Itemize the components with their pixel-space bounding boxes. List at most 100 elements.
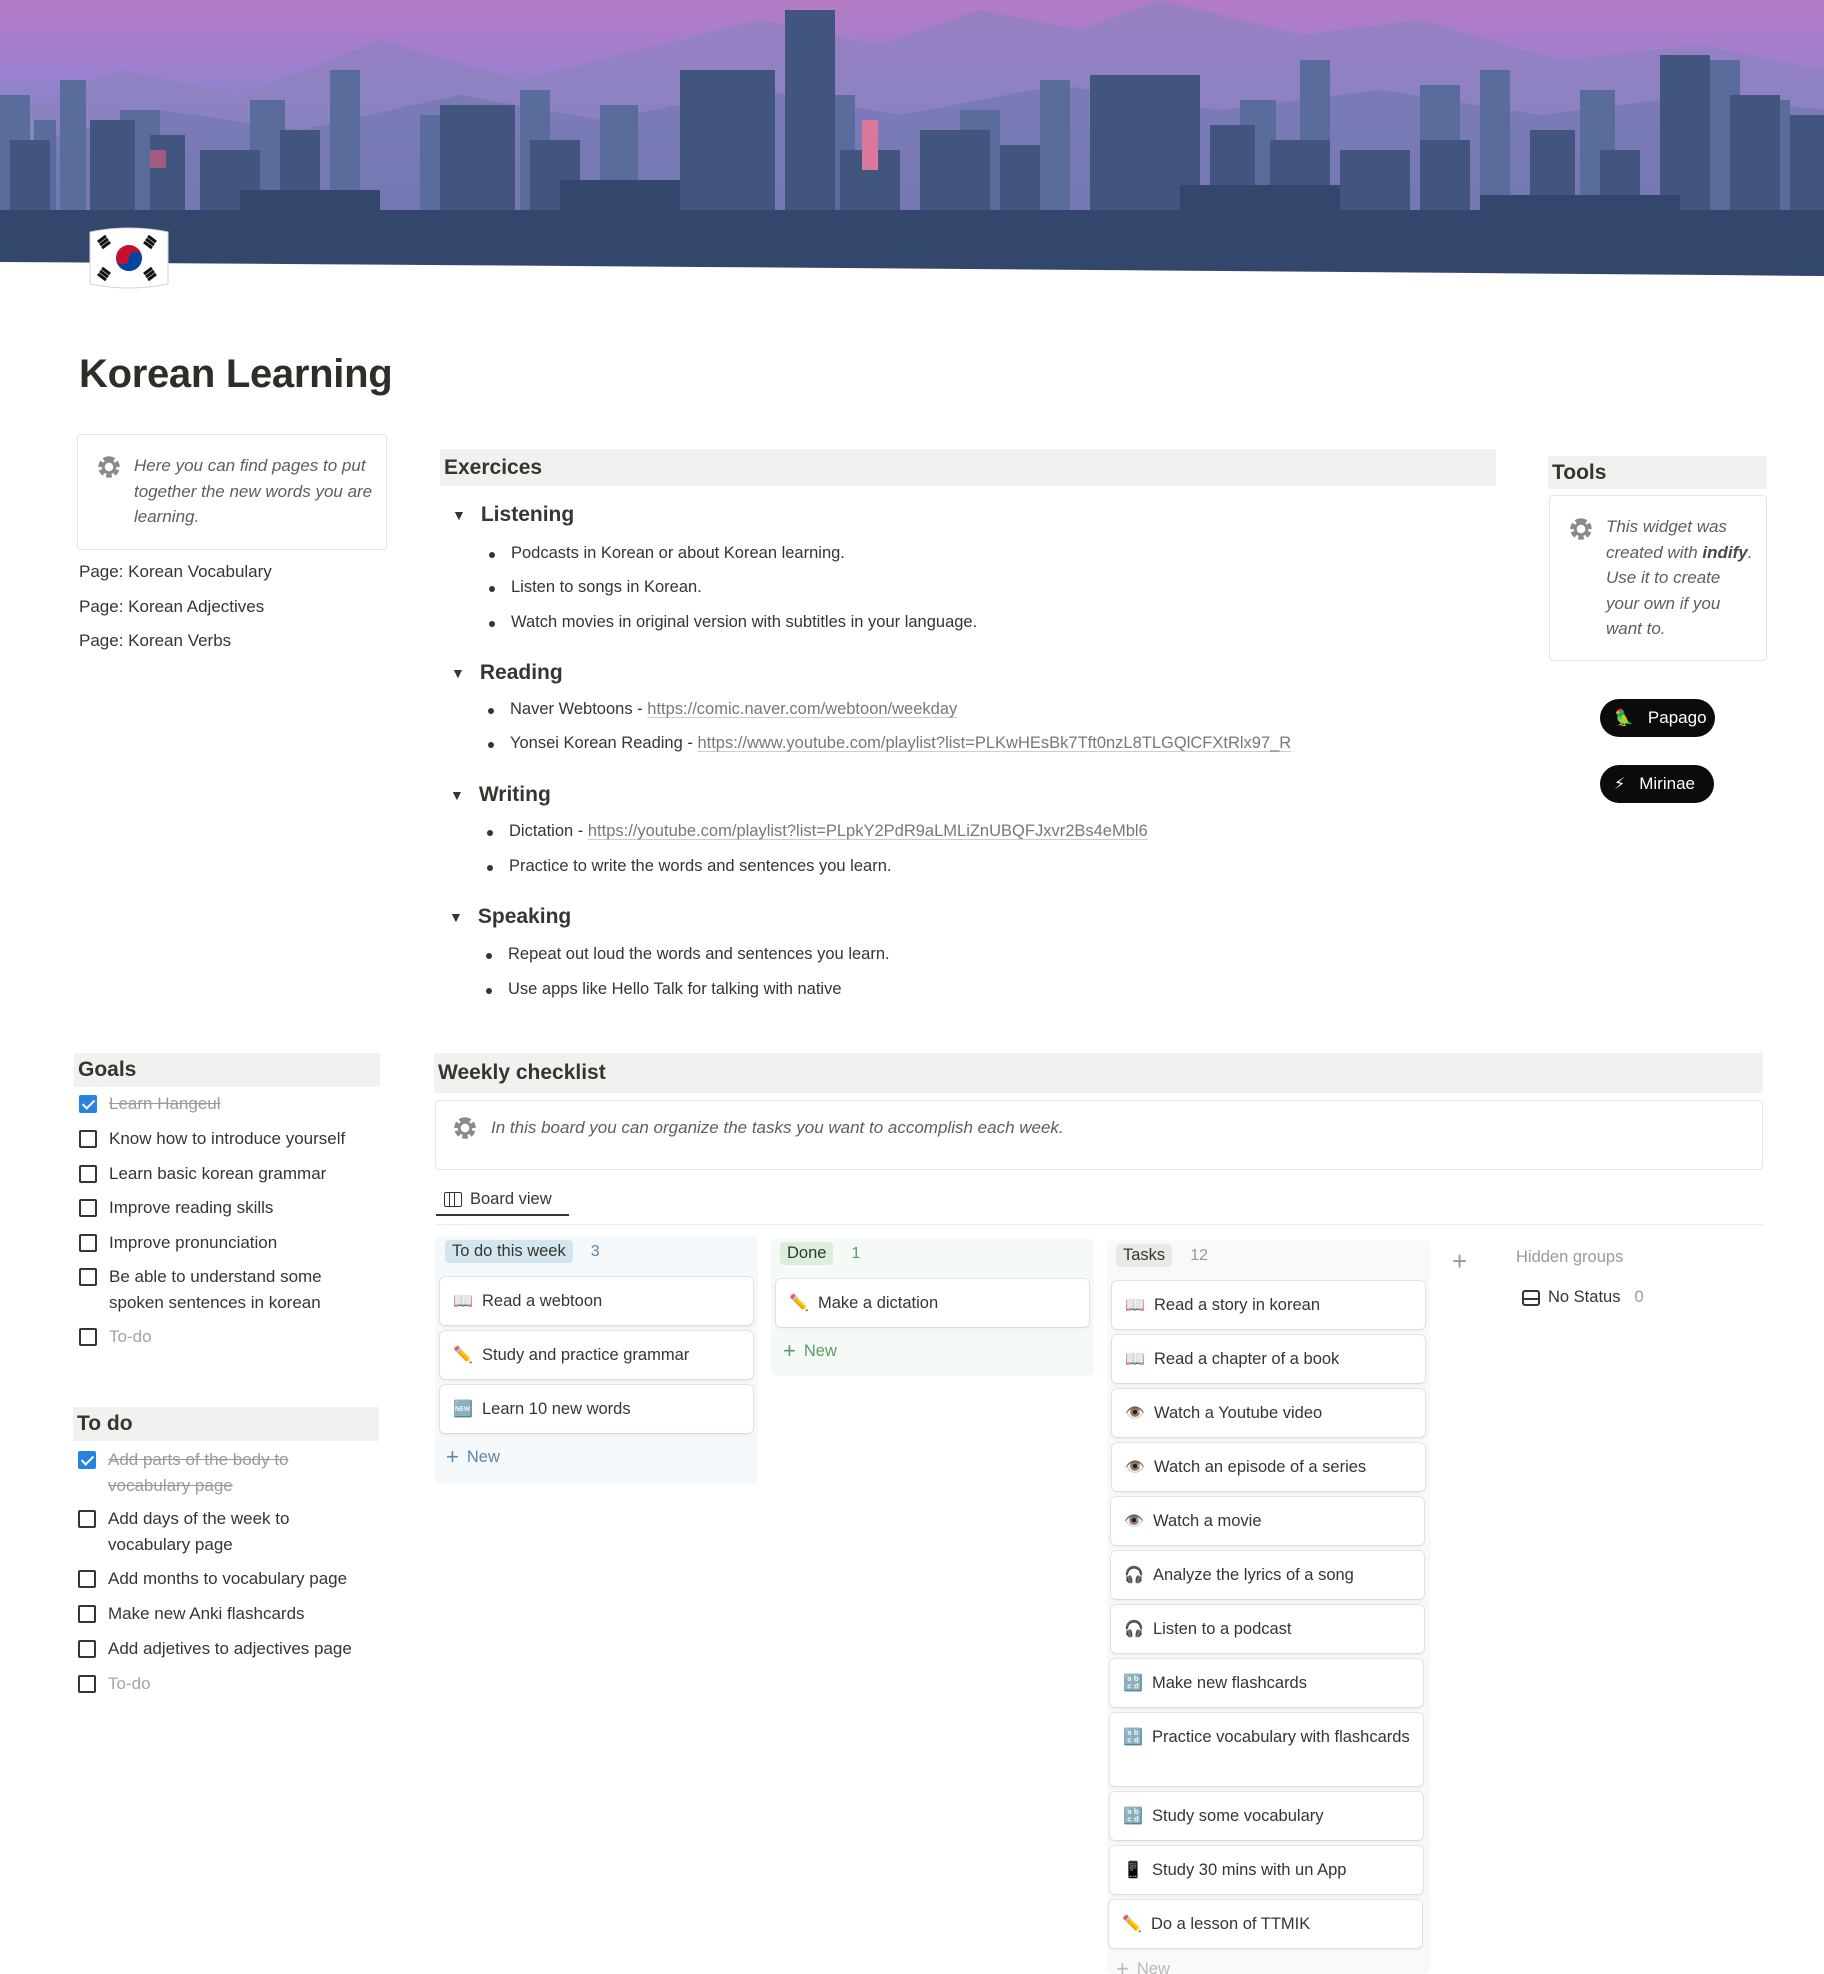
board-card[interactable]: 🔡 Practice vocabulary with flashcards bbox=[1110, 1713, 1423, 1786]
triangle-down-icon[interactable]: ▼ bbox=[449, 909, 463, 925]
checkbox[interactable] bbox=[79, 1130, 97, 1148]
url-link[interactable]: https://comic.naver.com/webtoon/weekday bbox=[647, 700, 957, 718]
plus-icon: + bbox=[783, 1338, 796, 1363]
goals-heading[interactable]: Goals bbox=[74, 1053, 380, 1087]
board-card[interactable]: 🆕 Learn 10 new words bbox=[440, 1385, 753, 1433]
board-card[interactable]: 👁️ Watch an episode of a series bbox=[1112, 1443, 1425, 1491]
checkbox[interactable] bbox=[78, 1675, 96, 1693]
new-card-button[interactable]: + New bbox=[446, 1444, 500, 1470]
mirinae-button[interactable]: ⚡ Mirinae bbox=[1600, 765, 1714, 803]
todo-item[interactable]: Add months to vocabulary page bbox=[78, 1566, 347, 1592]
board-view-tab[interactable]: Board view bbox=[436, 1180, 560, 1218]
board-card[interactable]: 📖 Read a webtoon bbox=[440, 1277, 753, 1325]
callout-text: In this board you can organize the tasks… bbox=[491, 1118, 1064, 1137]
checkbox[interactable] bbox=[78, 1510, 96, 1528]
todo-item[interactable]: Add adjetives to adjectives page bbox=[78, 1636, 352, 1662]
triangle-down-icon[interactable]: ▼ bbox=[452, 507, 466, 523]
column-count: 1 bbox=[851, 1244, 861, 1262]
todo-heading[interactable]: To do bbox=[73, 1407, 379, 1441]
new-card-button[interactable]: + New bbox=[783, 1338, 837, 1364]
board-card[interactable]: 👁️ Watch a Youtube video bbox=[1112, 1389, 1425, 1437]
goal-item-placeholder[interactable]: To-do bbox=[79, 1324, 152, 1350]
goal-item[interactable]: Know how to introduce yourself bbox=[79, 1126, 345, 1152]
placeholder-text: To-do bbox=[108, 1674, 151, 1693]
board-card[interactable]: 👁️ Watch a movie bbox=[1111, 1497, 1424, 1545]
goal-item[interactable]: Learn basic korean grammar bbox=[79, 1161, 326, 1187]
checkbox[interactable] bbox=[79, 1165, 97, 1183]
board-card[interactable]: ✏️ Make a dictation bbox=[776, 1279, 1089, 1327]
column-count: 3 bbox=[590, 1242, 600, 1260]
card-title: Read a webtoon bbox=[482, 1292, 603, 1310]
board-card[interactable]: 📖 Read a story in korean bbox=[1112, 1281, 1425, 1329]
board-card[interactable]: 🎧 Analyze the lyrics of a song bbox=[1111, 1551, 1424, 1599]
triangle-down-icon[interactable]: ▼ bbox=[451, 665, 465, 681]
column-title: To do this week bbox=[445, 1240, 573, 1263]
board-card[interactable]: ✏️ Do a lesson of TTMIK bbox=[1109, 1900, 1422, 1948]
south-korea-flag-icon[interactable] bbox=[86, 226, 172, 290]
page-link-korean-adjectives[interactable]: Page: Korean Adjectives bbox=[79, 594, 272, 629]
goal-item[interactable]: Learn Hangeul bbox=[79, 1091, 221, 1117]
gear-icon bbox=[1570, 518, 1592, 540]
goal-item[interactable]: Be able to understand some spoken senten… bbox=[79, 1264, 349, 1316]
column-header[interactable]: To do this week 3 bbox=[445, 1240, 600, 1263]
todo-item[interactable]: Add parts of the body to vocabulary page bbox=[78, 1447, 338, 1499]
checkbox[interactable] bbox=[79, 1328, 97, 1346]
papago-button[interactable]: 🦜 Papago bbox=[1600, 699, 1715, 737]
weekly-callout[interactable]: In this board you can organize the tasks… bbox=[435, 1100, 1763, 1170]
callout-text: Here you can find pages to put together … bbox=[134, 456, 373, 526]
url-link[interactable]: https://youtube.com/playlist?list=PLpkY2… bbox=[588, 822, 1148, 840]
url-link[interactable]: https://www.youtube.com/playlist?list=PL… bbox=[697, 734, 1291, 752]
toggle-speaking[interactable]: ▼ Speaking bbox=[449, 905, 571, 929]
divider bbox=[436, 1224, 1763, 1225]
tools-heading[interactable]: Tools bbox=[1548, 456, 1767, 489]
todo-item[interactable]: Add days of the week to vocabulary page bbox=[78, 1506, 338, 1558]
checkbox[interactable] bbox=[78, 1605, 96, 1623]
toggle-listening[interactable]: ▼ Listening bbox=[452, 503, 574, 527]
checkbox-checked[interactable] bbox=[79, 1095, 97, 1113]
headphones-icon: 🎧 bbox=[1124, 1621, 1144, 1638]
checkbox[interactable] bbox=[78, 1640, 96, 1658]
intro-callout[interactable]: Here you can find pages to put together … bbox=[77, 434, 387, 550]
triangle-down-icon[interactable]: ▼ bbox=[450, 787, 464, 803]
weekly-checklist-heading[interactable]: Weekly checklist bbox=[434, 1053, 1763, 1093]
board-card[interactable]: ✏️ Study and practice grammar bbox=[440, 1331, 753, 1379]
new-card-button[interactable]: + New bbox=[1116, 1956, 1170, 1974]
goal-item[interactable]: Improve pronunciation bbox=[79, 1230, 277, 1256]
column-header[interactable]: Done 1 bbox=[780, 1242, 860, 1265]
page-link-korean-verbs[interactable]: Page: Korean Verbs bbox=[79, 628, 272, 663]
checkbox-checked[interactable] bbox=[78, 1451, 96, 1469]
todo-item-placeholder[interactable]: To-do bbox=[78, 1671, 151, 1697]
hidden-group-no-status[interactable]: No Status 0 bbox=[1522, 1288, 1644, 1307]
board-card[interactable]: 📱 Study 30 mins with un App bbox=[1110, 1846, 1423, 1894]
goal-text: Learn basic korean grammar bbox=[109, 1164, 327, 1183]
abcd-icon: 🔡 bbox=[1123, 1729, 1143, 1746]
board-card[interactable]: 🎧 Listen to a podcast bbox=[1111, 1605, 1424, 1653]
abcd-icon: 🔡 bbox=[1123, 1808, 1143, 1825]
board-card[interactable]: 🔡 Make new flashcards bbox=[1110, 1659, 1423, 1707]
city-skyline-illustration bbox=[0, 0, 1824, 276]
bullet-item: Naver Webtoons - https://comic.naver.com… bbox=[487, 700, 958, 718]
exercices-heading[interactable]: Exercices bbox=[440, 449, 1496, 486]
card-title: Study some vocabulary bbox=[1152, 1807, 1324, 1825]
page-link-korean-vocabulary[interactable]: Page: Korean Vocabulary bbox=[79, 559, 272, 594]
group-name: No Status bbox=[1548, 1288, 1621, 1306]
callout-text: This widget was created with indify. Use… bbox=[1606, 517, 1753, 638]
headphones-icon: 🎧 bbox=[1124, 1567, 1144, 1584]
todo-item[interactable]: Make new Anki flashcards bbox=[78, 1601, 305, 1627]
checkbox[interactable] bbox=[79, 1199, 97, 1217]
board-card[interactable]: 📖 Read a chapter of a book bbox=[1112, 1335, 1425, 1383]
hidden-groups-label: Hidden groups bbox=[1516, 1248, 1624, 1266]
card-title: Study 30 mins with un App bbox=[1152, 1861, 1347, 1879]
page-title[interactable]: Korean Learning bbox=[79, 352, 393, 397]
toggle-writing[interactable]: ▼ Writing bbox=[450, 783, 551, 807]
toggle-reading[interactable]: ▼ Reading bbox=[451, 661, 563, 685]
column-header[interactable]: Tasks 12 bbox=[1116, 1244, 1208, 1267]
checkbox[interactable] bbox=[79, 1268, 97, 1286]
board-card[interactable]: 🔡 Study some vocabulary bbox=[1110, 1792, 1423, 1840]
goal-item[interactable]: Improve reading skills bbox=[79, 1195, 273, 1221]
checkbox[interactable] bbox=[78, 1570, 96, 1588]
tools-callout[interactable]: This widget was created with indify. Use… bbox=[1549, 495, 1767, 661]
checkbox[interactable] bbox=[79, 1234, 97, 1252]
card-title: Read a story in korean bbox=[1154, 1296, 1321, 1314]
add-group-button[interactable]: + bbox=[1452, 1246, 1467, 1277]
